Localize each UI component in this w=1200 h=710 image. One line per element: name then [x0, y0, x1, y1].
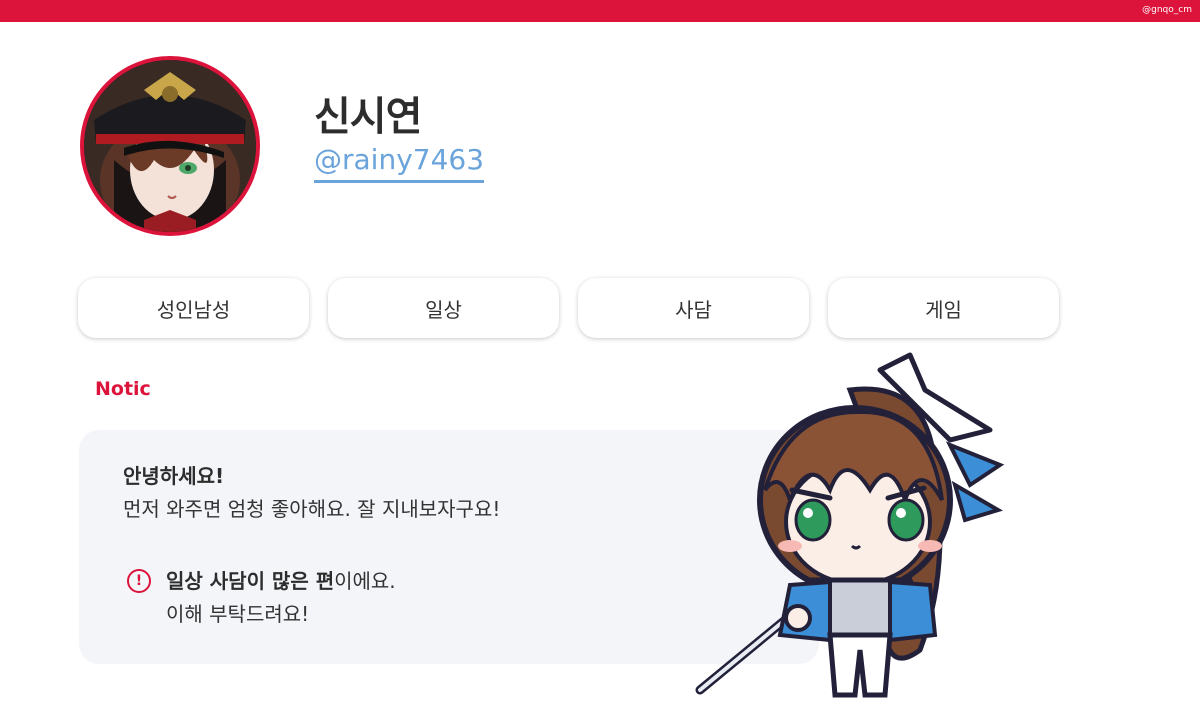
display-name: 신시연: [314, 94, 422, 140]
notice-warning-rest: 이에요.: [334, 569, 396, 593]
tag-list: 성인남성 일상 사담 게임: [78, 278, 1059, 338]
tag-adult-male[interactable]: 성인남성: [78, 278, 309, 338]
notice-warning-line-2: 이해 부탁드려요!: [166, 602, 310, 626]
tag-game[interactable]: 게임: [828, 278, 1059, 338]
notice-warning-emphasis: 일상 사담이 많은 편: [166, 569, 335, 593]
avatar: [80, 56, 260, 236]
tag-chat[interactable]: 사담: [578, 278, 809, 338]
watermark: @gnqo_cm: [1142, 5, 1192, 15]
notice-warning-line-1: 일상 사담이 많은 편이에요.: [166, 565, 396, 594]
exclamation-circle-icon: !: [127, 569, 151, 593]
top-accent-bar: @gnqo_cm: [0, 0, 1200, 22]
notice-message: 먼저 와주면 엄청 좋아해요. 잘 지내보자구요!: [123, 497, 501, 521]
notice-title: Notic: [95, 378, 151, 400]
avatar-portrait-image: [84, 60, 256, 232]
user-handle-link[interactable]: @rainy7463: [314, 143, 485, 183]
tag-daily[interactable]: 일상: [328, 278, 559, 338]
notice-greeting: 안녕하세요!: [123, 464, 225, 488]
chibi-character-illustration: [695, 352, 1005, 698]
